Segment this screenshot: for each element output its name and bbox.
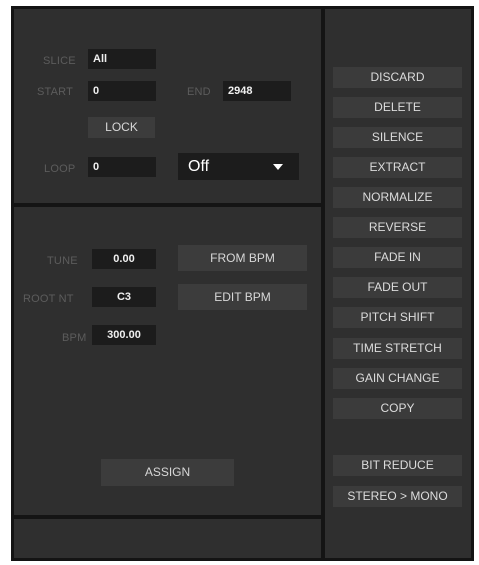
start-label: START — [37, 86, 74, 98]
edit-bpm-button[interactable]: EDIT BPM — [178, 284, 307, 310]
bit-reduce-button[interactable]: BIT REDUCE — [333, 455, 462, 476]
gain-change-button[interactable]: GAIN CHANGE — [333, 368, 462, 389]
slice-field[interactable]: All — [88, 49, 156, 69]
normalize-button[interactable]: NORMALIZE — [333, 187, 462, 208]
assign-button[interactable]: ASSIGN — [101, 459, 234, 486]
root-note-label: ROOT NT — [23, 293, 74, 305]
start-field[interactable]: 0 — [88, 81, 156, 101]
bpm-field[interactable]: 300.00 — [92, 325, 156, 345]
stereo-to-mono-button[interactable]: STEREO > MONO — [333, 486, 462, 507]
lock-button[interactable]: LOCK — [88, 117, 155, 138]
time-stretch-button[interactable]: TIME STRETCH — [333, 338, 462, 359]
tune-field[interactable]: 0.00 — [92, 249, 156, 269]
delete-button[interactable]: DELETE — [333, 97, 462, 118]
fade-in-button[interactable]: FADE IN — [333, 247, 462, 268]
reverse-button[interactable]: REVERSE — [333, 217, 462, 238]
loop-mode-dropdown[interactable]: Off — [178, 153, 299, 180]
slice-label: SLICE — [43, 55, 76, 67]
from-bpm-button[interactable]: FROM BPM — [178, 245, 307, 271]
loop-label: LOOP — [44, 163, 76, 175]
loop-mode-value: Off — [188, 158, 210, 175]
bpm-label: BPM — [62, 332, 87, 344]
extract-button[interactable]: EXTRACT — [333, 157, 462, 178]
fade-out-button[interactable]: FADE OUT — [333, 277, 462, 298]
tune-label: TUNE — [47, 255, 78, 267]
end-label: END — [187, 86, 211, 98]
chevron-down-icon — [273, 164, 283, 170]
silence-button[interactable]: SILENCE — [333, 127, 462, 148]
end-field[interactable]: 2948 — [223, 81, 291, 101]
pitch-shift-button[interactable]: PITCH SHIFT — [333, 307, 462, 328]
copy-button[interactable]: COPY — [333, 398, 462, 419]
discard-button[interactable]: DISCARD — [333, 67, 462, 88]
loop-field[interactable]: 0 — [88, 157, 156, 177]
bottom-panel — [14, 519, 321, 558]
root-note-field[interactable]: C3 — [92, 287, 156, 307]
